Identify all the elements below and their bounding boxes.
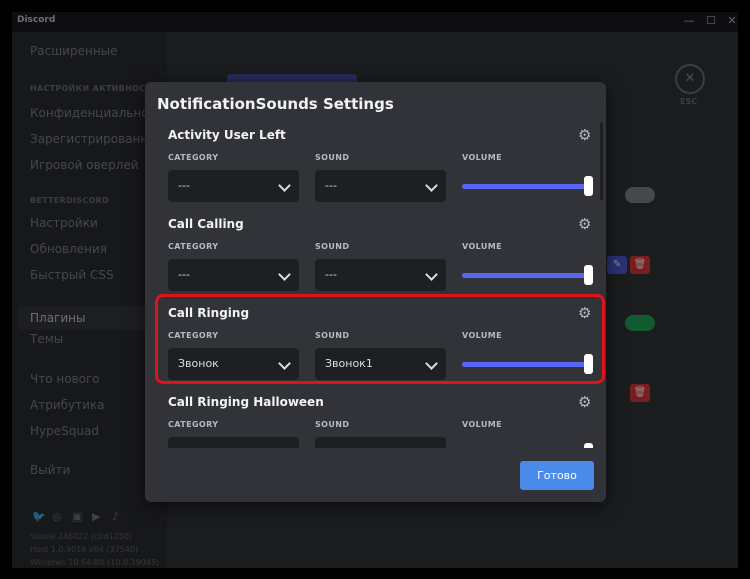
category-value: --- <box>178 268 190 281</box>
sound-dropdown[interactable] <box>315 437 446 448</box>
volume-label: VOLUME <box>462 153 502 162</box>
volume-thumb[interactable] <box>584 176 593 196</box>
sound-list[interactable]: Activity User Left ⚙ CATEGORY SOUND VOLU… <box>145 116 606 448</box>
sound-dropdown[interactable]: --- <box>315 259 446 291</box>
chevron-down-icon <box>278 446 291 448</box>
volume-thumb[interactable] <box>584 265 593 285</box>
volume-track <box>462 184 589 189</box>
done-button[interactable]: Готово <box>520 461 594 490</box>
volume-label: VOLUME <box>462 420 502 429</box>
gear-icon[interactable]: ⚙ <box>578 215 591 233</box>
volume-slider[interactable] <box>462 265 593 285</box>
sound-value: --- <box>325 268 337 281</box>
sound-dropdown[interactable]: --- <box>315 170 446 202</box>
chevron-down-icon <box>425 446 438 448</box>
gear-icon[interactable]: ⚙ <box>578 126 591 144</box>
modal-title: NotificationSounds Settings <box>157 95 394 113</box>
category-dropdown[interactable] <box>168 437 299 448</box>
volume-label: VOLUME <box>462 242 502 251</box>
chevron-down-icon <box>278 179 291 192</box>
category-value: --- <box>178 179 190 192</box>
category-label: CATEGORY <box>168 420 219 429</box>
sound-item-name: Call Calling <box>168 217 244 231</box>
sound-item-activity-user-left: Activity User Left ⚙ CATEGORY SOUND VOLU… <box>145 120 606 209</box>
sound-item-name: Activity User Left <box>168 128 286 142</box>
sound-item-name: Call Ringing Halloween <box>168 395 324 409</box>
volume-thumb[interactable] <box>584 443 593 448</box>
sound-item-call-ringing-halloween: Call Ringing Halloween ⚙ CATEGORY SOUND … <box>145 387 606 448</box>
list-scrollbar[interactable] <box>600 122 603 200</box>
highlight-frame <box>155 294 605 384</box>
category-dropdown[interactable]: --- <box>168 259 299 291</box>
sound-label: SOUND <box>315 153 350 162</box>
sound-item-call-calling: Call Calling ⚙ CATEGORY SOUND VOLUME ---… <box>145 209 606 298</box>
chevron-down-icon <box>278 268 291 281</box>
volume-slider[interactable] <box>462 176 593 196</box>
notification-sounds-modal: NotificationSounds Settings Activity Use… <box>145 82 606 502</box>
volume-track <box>462 273 589 278</box>
category-dropdown[interactable]: --- <box>168 170 299 202</box>
sound-value: --- <box>325 179 337 192</box>
sound-label: SOUND <box>315 420 350 429</box>
category-label: CATEGORY <box>168 242 219 251</box>
category-label: CATEGORY <box>168 153 219 162</box>
chevron-down-icon <box>425 268 438 281</box>
chevron-down-icon <box>425 179 438 192</box>
gear-icon[interactable]: ⚙ <box>578 393 591 411</box>
sound-label: SOUND <box>315 242 350 251</box>
